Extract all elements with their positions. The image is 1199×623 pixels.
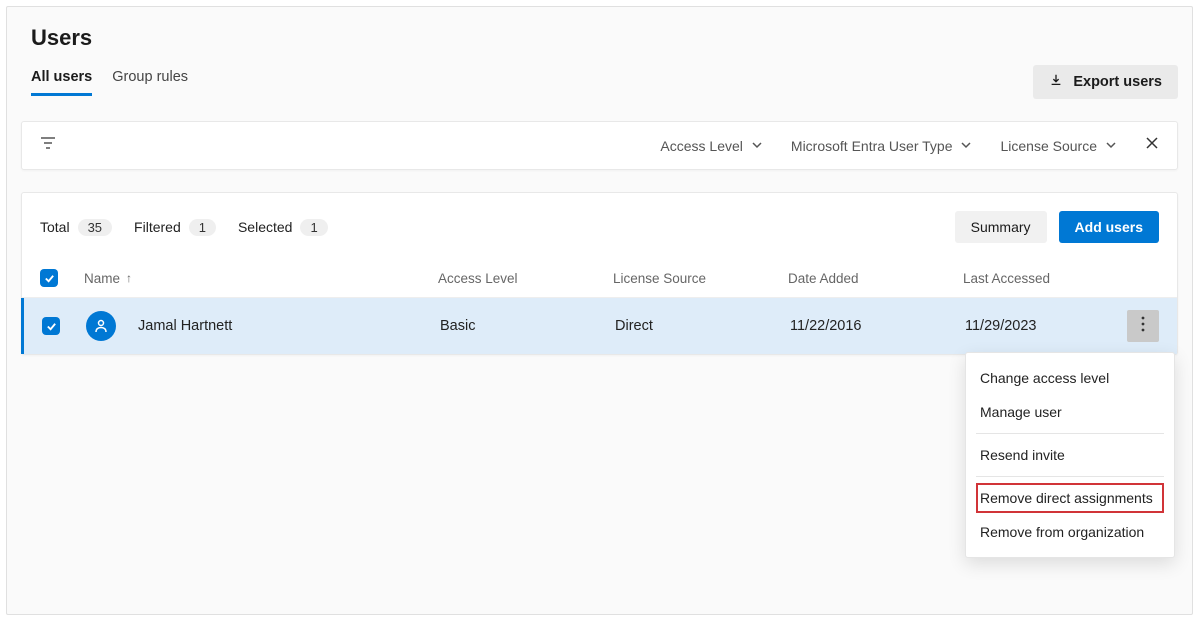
row-last-accessed: 11/29/2023 — [965, 318, 1125, 334]
tab-group-rules[interactable]: Group rules — [112, 69, 188, 96]
select-all-checkbox[interactable] — [40, 269, 58, 287]
count-selected-value: 1 — [300, 219, 327, 236]
count-total-label: Total — [40, 219, 70, 235]
column-last-accessed[interactable]: Last Accessed — [963, 271, 1123, 286]
filter-license-label: License Source — [1000, 138, 1097, 154]
menu-manage-user[interactable]: Manage user — [966, 395, 1174, 429]
menu-remove-direct-assignments[interactable]: Remove direct assignments — [974, 481, 1166, 515]
menu-separator — [976, 476, 1164, 477]
row-license-source: Direct — [615, 318, 790, 334]
row-date-added: 11/22/2016 — [790, 318, 965, 334]
page-title: Users — [31, 25, 1178, 51]
filter-access-level[interactable]: Access Level — [660, 138, 762, 154]
menu-remove-from-organization[interactable]: Remove from organization — [966, 515, 1174, 549]
avatar — [86, 311, 116, 341]
more-vertical-icon — [1141, 316, 1145, 337]
column-access-level[interactable]: Access Level — [438, 271, 613, 286]
count-filtered: Filtered 1 — [134, 219, 216, 236]
count-filtered-label: Filtered — [134, 219, 181, 235]
row-more-button[interactable] — [1127, 310, 1159, 342]
chevron-down-icon — [960, 138, 972, 154]
filter-entra-user-type[interactable]: Microsoft Entra User Type — [791, 138, 973, 154]
filter-icon[interactable] — [40, 136, 56, 155]
column-date-added[interactable]: Date Added — [788, 271, 963, 286]
menu-separator — [976, 433, 1164, 434]
count-selected: Selected 1 — [238, 219, 328, 236]
filter-license-source[interactable]: License Source — [1000, 138, 1117, 154]
add-users-button[interactable]: Add users — [1059, 211, 1159, 243]
export-users-button[interactable]: Export users — [1033, 65, 1178, 99]
column-name[interactable]: Name ↑ — [84, 271, 438, 286]
export-users-label: Export users — [1073, 74, 1162, 90]
download-icon — [1049, 73, 1063, 91]
menu-change-access-level[interactable]: Change access level — [966, 361, 1174, 395]
table-row[interactable]: Jamal Hartnett Basic Direct 11/22/2016 1… — [21, 298, 1177, 354]
column-license-source[interactable]: License Source — [613, 271, 788, 286]
count-total-value: 35 — [78, 219, 112, 236]
count-selected-label: Selected — [238, 219, 292, 235]
row-checkbox[interactable] — [42, 317, 60, 335]
tab-row: All users Group rules Export users — [21, 65, 1178, 99]
users-panel: Total 35 Filtered 1 Selected 1 Summary A… — [21, 192, 1178, 355]
sort-ascending-icon: ↑ — [126, 271, 132, 285]
row-user-name: Jamal Hartnett — [138, 318, 232, 334]
menu-resend-invite[interactable]: Resend invite — [966, 438, 1174, 472]
table-header: Name ↑ Access Level License Source Date … — [22, 261, 1177, 298]
filter-access-level-label: Access Level — [660, 138, 742, 154]
column-name-label: Name — [84, 271, 120, 286]
row-context-menu: Change access level Manage user Resend i… — [965, 352, 1175, 558]
chevron-down-icon — [751, 138, 763, 154]
chevron-down-icon — [1105, 138, 1117, 154]
filter-entra-label: Microsoft Entra User Type — [791, 138, 953, 154]
summary-button[interactable]: Summary — [955, 211, 1047, 243]
tab-all-users[interactable]: All users — [31, 69, 92, 96]
row-access-level: Basic — [440, 318, 615, 334]
count-filtered-value: 1 — [189, 219, 216, 236]
close-icon[interactable] — [1145, 136, 1159, 155]
filter-bar: Access Level Microsoft Entra User Type L… — [21, 121, 1178, 170]
count-total: Total 35 — [40, 219, 112, 236]
